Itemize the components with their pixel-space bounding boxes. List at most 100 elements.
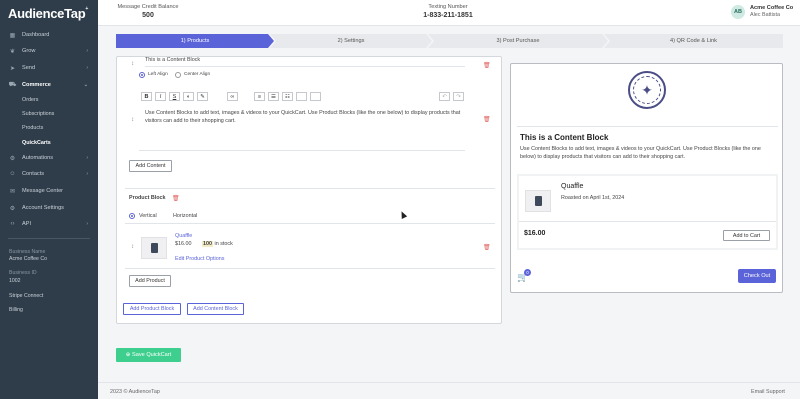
left-align-radio[interactable] [139,72,145,78]
trash-icon[interactable]: 🗑 [483,62,491,69]
preview-product-card: Quaffle Roasted on April 1st, 2024 $16.0… [519,176,776,248]
divider [139,150,465,151]
add-content-block-button[interactable]: Add Content Block [187,303,244,315]
app-logo[interactable]: AudienceTap+ [8,6,88,21]
content-block-title: This is a Content Block [145,57,201,63]
sidebar-item-message-center[interactable]: ✉ Message Center [0,184,98,198]
sidebar-sub-orders[interactable]: Orders [22,97,38,103]
chevron-right-icon: › [86,171,88,177]
sidebar-item-contacts[interactable]: ☺ Contacts › [0,167,98,181]
business-name-label: Business Name [9,249,46,255]
sidebar-sub-subscriptions[interactable]: Subscriptions [22,111,54,117]
cart-count-badge: 0 [524,269,531,276]
divider [519,221,776,222]
sidebar-item-grow[interactable]: ❦ Grow › [0,44,98,58]
divider [125,268,495,269]
email-support-link[interactable]: Email Support [751,389,785,395]
add-content-button[interactable]: Add Content [129,160,172,172]
add-product-button[interactable]: Add Product [129,275,171,287]
account-name[interactable]: Acme Coffee Co [750,5,793,11]
divider [145,66,465,67]
quickcart-editor: ↕ This is a Content Block 🗑 Left Align C… [116,56,502,324]
stock-label: in stock [214,241,233,247]
undo-icon[interactable]: ↶ [439,92,450,101]
cog-icon: ⚙ [9,155,16,162]
coffee-bag-icon [150,243,158,253]
user-icon: ☺ [9,171,16,177]
trash-icon[interactable]: 🗑 [483,116,491,123]
horizontal-label[interactable]: Horizontal [173,213,197,219]
product-block-label: Product Block [129,195,166,201]
step-post-purchase[interactable]: 3) Post Purchase [428,34,608,48]
brush-icon[interactable]: ✎ [197,92,208,101]
step-settings[interactable]: 2) Settings [270,34,432,48]
chevron-down-icon: ⌄ [83,82,88,88]
quickcart-preview: ✦ This is a Content Block Use Content Bl… [510,63,783,293]
coffee-bag-icon [534,196,542,206]
add-product-block-button[interactable]: Add Product Block [123,303,181,315]
checkout-button[interactable]: Check Out [738,269,776,283]
chevron-right-icon: › [86,155,88,161]
preview-product-name: Quaffle [561,183,584,190]
step-qr-code[interactable]: 4) QR Code & Link [604,34,783,48]
top-header: Message Credit Balance 500 Texting Numbe… [98,0,800,26]
vertical-label: Vertical [139,213,157,219]
credit-balance-label: Message Credit Balance [117,4,179,10]
sidebar-item-api[interactable]: ‹› API › [0,217,98,231]
avatar[interactable]: AB [731,5,745,19]
sidebar-item-dashboard[interactable]: ▦ Dashboard [0,28,98,42]
brand-seal-logo: ✦ [628,71,666,109]
footer-divider [98,382,800,383]
trash-icon[interactable]: 🗑 [172,195,180,202]
texting-number-value: 1-833-211-1851 [423,12,473,19]
sidebar-item-automations[interactable]: ⚙ Automations › [0,151,98,165]
content-text-editor[interactable]: Use Content Blocks to add text, images &… [145,109,465,125]
save-quickcart-button[interactable]: ⊕ Save QuickCart [116,348,181,362]
drag-handle-icon[interactable]: ↕ [131,61,134,67]
cart-icon: ⛟ [8,82,17,88]
preview-title: This is a Content Block [520,133,609,142]
numbered-list-icon[interactable]: ☷ [282,92,293,101]
bullet-list-icon[interactable]: ☰ [268,92,279,101]
product-price: $16.00 [175,241,192,247]
color-palette-icon[interactable]: ◐ [183,92,194,101]
chat-icon: ✉ [9,188,16,195]
sidebar-item-commerce[interactable]: ⛟ Commerce ⌄ [0,78,98,92]
user-name: Alec Battista [750,12,780,18]
divider [125,188,495,189]
product-name-link[interactable]: Quaffle [175,233,192,239]
underline-button[interactable]: S [169,92,180,101]
footer-copyright: 2023 © AudienceTap [110,389,160,395]
send-icon: ➤ [9,65,16,72]
bold-button[interactable]: B [141,92,152,101]
sidebar: AudienceTap+ ▦ Dashboard ❦ Grow › ➤ Send › ⛟ C… [0,0,98,399]
sidebar-sub-quickcarts[interactable]: QuickCarts [22,140,51,146]
trash-icon[interactable]: 🗑 [483,244,491,251]
stock-value: 100 [202,241,213,247]
credit-balance-value: 500 [142,12,154,19]
stripe-connect-link[interactable]: Stripe Connect [9,293,43,299]
left-align-label: Left Align [148,72,168,77]
align-center-icon[interactable]: ≡ [254,92,265,101]
preview-price: $16.00 [524,230,546,237]
center-align-radio[interactable] [175,72,181,78]
add-to-cart-button[interactable]: Add to Cart [723,230,770,241]
indent-icon[interactable] [310,92,321,101]
redo-icon[interactable]: ↷ [453,92,464,101]
drag-handle-icon[interactable]: ↕ [131,244,134,250]
sidebar-item-send[interactable]: ➤ Send › [0,61,98,75]
business-name-value: Acme Coffee Co [9,256,47,262]
italic-button[interactable]: I [155,92,166,101]
link-icon[interactable]: ∞ [227,92,238,101]
edit-product-options-link[interactable]: Edit Product Options [175,256,224,262]
outdent-icon[interactable] [296,92,307,101]
step-progress: 1) Products 2) Settings 3) Post Purchase… [116,34,783,48]
sidebar-sub-products[interactable]: Products [22,125,43,131]
vertical-radio[interactable] [129,213,135,219]
preview-content-block: This is a Content Block Use Content Bloc… [517,126,778,170]
plant-icon: ❦ [9,48,16,55]
sidebar-item-account-settings[interactable]: ⚙ Account Settings [0,201,98,215]
billing-link[interactable]: Billing [9,307,23,313]
drag-handle-icon[interactable]: ↕ [131,117,134,123]
step-products[interactable]: 1) Products [116,34,274,48]
